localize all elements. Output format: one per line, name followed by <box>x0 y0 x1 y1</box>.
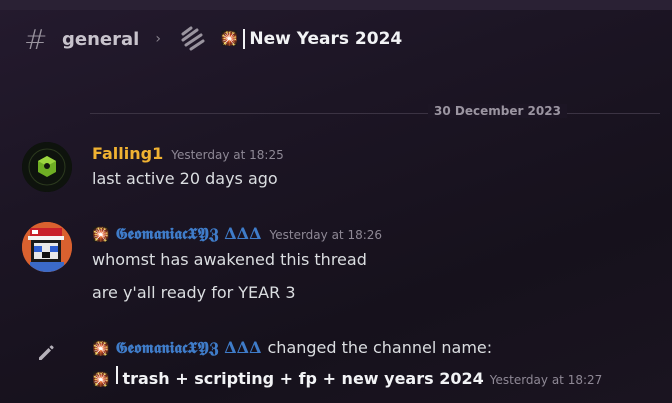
system-action-text: changed the channel name: <box>267 338 493 357</box>
message-text: are y'all ready for YEAR 3 <box>92 283 296 302</box>
timestamp[interactable]: Yesterday at 18:27 <box>490 373 603 387</box>
message-text: last active 20 days ago <box>92 169 278 188</box>
new-channel-name: trash + scripting + fp + new years 2024 <box>122 369 484 388</box>
name-separator <box>116 366 119 384</box>
title-separator <box>243 29 246 49</box>
pencil-icon <box>39 345 54 360</box>
chevron-right-icon: › <box>155 31 161 47</box>
avatar-image <box>22 142 72 192</box>
sparkler-emoji: 🎇 <box>92 227 110 243</box>
date-divider-label: 30 December 2023 <box>428 104 567 118</box>
date-divider-line <box>90 113 660 114</box>
clipped-previous-message <box>30 60 450 70</box>
channel-hash-icon: # <box>24 22 48 56</box>
message-text: whomst has awakened this thread <box>92 250 367 269</box>
avatar-image <box>22 222 72 272</box>
sparkler-emoji: 🎇 <box>220 31 239 47</box>
timestamp[interactable]: Yesterday at 18:26 <box>270 228 383 242</box>
timestamp[interactable]: Yesterday at 18:25 <box>171 148 284 162</box>
author-name[interactable]: Falling1 <box>92 144 163 163</box>
sparkler-emoji: 🎇 <box>92 341 110 357</box>
avatar[interactable] <box>22 142 72 192</box>
thread-title[interactable]: New Years 2024 <box>249 29 402 49</box>
author-name[interactable]: 𝕲𝖊𝖔𝖒𝖆𝖓𝖎𝖆𝖈𝖃𝖄𝖅 ΔΔΔ <box>115 338 261 358</box>
author-name[interactable]: 𝕲𝖊𝖔𝖒𝖆𝖓𝖎𝖆𝖈𝖃𝖄𝖅 ΔΔΔ <box>115 224 261 244</box>
sparkler-emoji: 🎇 <box>92 372 110 388</box>
channel-name[interactable]: general <box>62 29 139 50</box>
avatar[interactable] <box>22 222 72 272</box>
window-top-strip <box>0 0 672 10</box>
thread-icon <box>181 26 205 51</box>
